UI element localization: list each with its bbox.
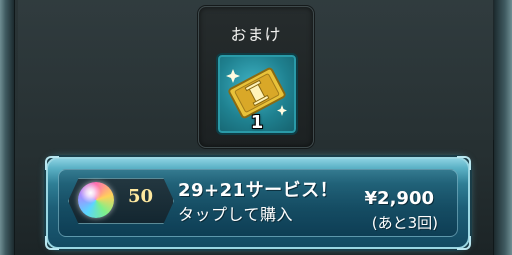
corner-decoration [45, 236, 59, 250]
bonus-item-tile: 1 [216, 53, 298, 135]
offer-title: 29+21サービス！ [178, 180, 339, 201]
orb-count: 50 [128, 186, 154, 207]
rainbow-orb-icon [78, 182, 114, 218]
bonus-card: おまけ 1 [198, 6, 314, 148]
left-frame-border [0, 0, 15, 255]
offer-subtitle: タップして購入 [178, 205, 294, 224]
bonus-title: おまけ [230, 25, 282, 44]
remaining-purchases: (あと3回) [371, 214, 438, 232]
corner-decoration [45, 156, 59, 170]
corner-decoration [457, 236, 471, 250]
right-frame-border [493, 0, 512, 255]
price-label: ¥2,900 [364, 188, 434, 209]
item-count: 1 [250, 112, 264, 133]
corner-decoration [457, 156, 471, 170]
